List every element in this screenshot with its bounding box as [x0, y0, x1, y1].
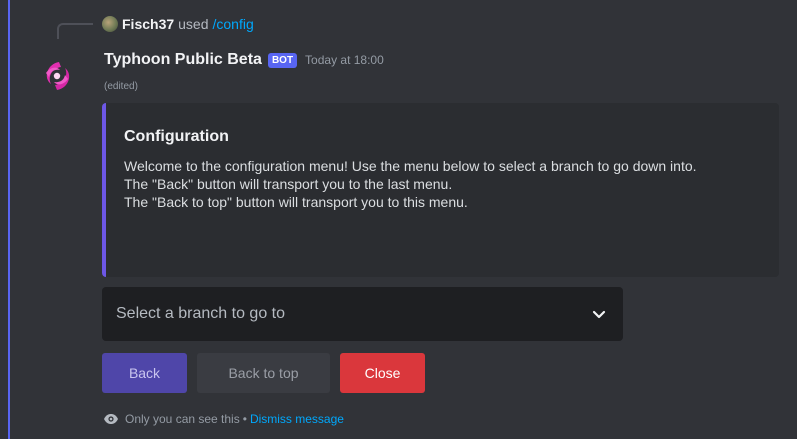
chevron-down-icon	[591, 306, 607, 322]
reply-username[interactable]: Fisch37	[122, 16, 174, 32]
embed-card: Configuration Welcome to the configurati…	[102, 103, 779, 277]
edited-label: (edited)	[104, 81, 138, 92]
typhoon-logo-icon	[46, 62, 70, 90]
embed-description-line: The "Back" button will transport you to …	[124, 176, 453, 192]
ephemeral-text: Only you can see this	[125, 412, 240, 426]
branch-select[interactable]: Select a branch to go to	[102, 287, 623, 341]
author-name[interactable]: Typhoon Public Beta	[104, 51, 262, 69]
timestamp: Today at 18:00	[305, 53, 384, 67]
footer-separator: •	[242, 412, 247, 426]
ephemeral-notice: Only you can see this • Dismiss message	[103, 410, 344, 428]
embed-description-line: The "Back to top" button will transport …	[124, 194, 468, 210]
eye-icon	[103, 411, 119, 427]
bot-avatar[interactable]	[37, 56, 77, 96]
reply-avatar[interactable]	[102, 16, 118, 32]
branch-select-placeholder: Select a branch to go to	[116, 305, 285, 322]
close-button[interactable]: Close	[340, 353, 425, 393]
reply-spine	[57, 23, 93, 39]
action-row: Back Back to top Close	[102, 353, 425, 393]
back-to-top-button[interactable]: Back to top	[197, 353, 330, 393]
embed-description-line: Welcome to the configuration menu! Use t…	[124, 158, 697, 174]
dismiss-message-link[interactable]: Dismiss message	[250, 412, 344, 426]
bot-badge: BOT	[267, 52, 298, 68]
reply-command-link[interactable]: /config	[213, 16, 254, 32]
embed-description: Welcome to the configuration menu! Use t…	[124, 157, 763, 211]
highlight-bar	[8, 0, 10, 439]
back-button[interactable]: Back	[102, 353, 187, 393]
embed-title: Configuration	[124, 128, 229, 145]
message-header: Typhoon Public Beta BOT Today at 18:00	[104, 48, 384, 72]
reply-action: used	[178, 16, 209, 32]
reply-context[interactable]: Fisch37 used /config	[102, 14, 254, 34]
